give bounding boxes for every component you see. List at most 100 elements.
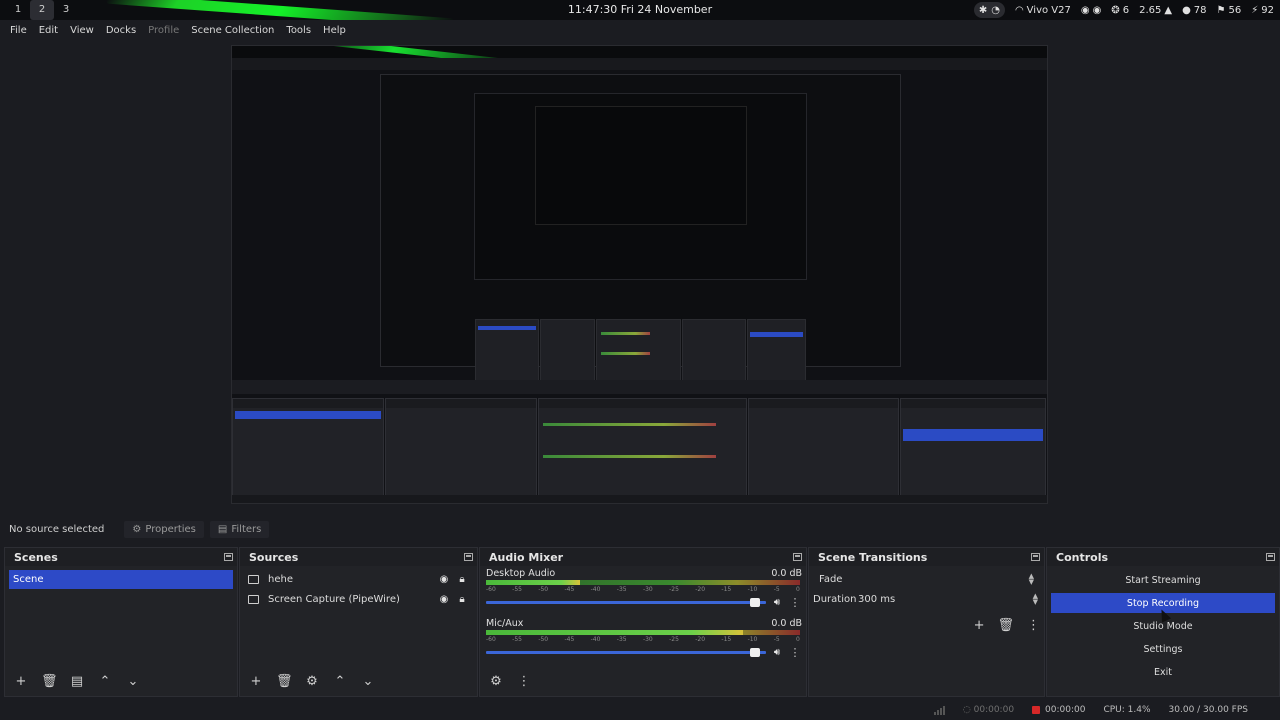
headset-icon: ◔	[991, 4, 1000, 16]
undock-icon-4[interactable]	[1031, 553, 1040, 561]
filters-button[interactable]: ▤ Filters	[209, 520, 270, 538]
menu-help[interactable]: Help	[317, 25, 352, 36]
meter-ticks: -60 -55 -50 -45 -40 -35 -30 -25 -20 -15 -10 -5 0	[486, 636, 802, 644]
move-down-chevron-icon[interactable]: ⌄	[125, 674, 141, 690]
visibility-eye-icon[interactable]: ◉	[437, 594, 451, 605]
bluetooth-group[interactable]: ✱ ◔	[973, 2, 1005, 18]
add-scene-button[interactable]: +	[13, 674, 29, 690]
scenes-toolbar: + 🗑︎ ▤ ⌃ ⌄	[9, 672, 233, 692]
mini-dock-header-4	[749, 399, 898, 408]
eye-icon: ◉	[1080, 4, 1090, 16]
transition-menu-icon[interactable]: ⋮	[1027, 618, 1040, 633]
cpu-count: 6	[1122, 4, 1130, 16]
recursive-capture-level-2	[474, 93, 807, 383]
workspace-3[interactable]: 3	[54, 0, 78, 20]
properties-button[interactable]: ⚙ Properties	[124, 520, 204, 538]
mini2-dock-controls	[747, 319, 806, 383]
battery-bolt-icon: ⚡	[1251, 4, 1259, 16]
mini2-dock-sources	[540, 319, 595, 383]
add-source-button[interactable]: +	[248, 674, 264, 690]
mini-dock-transitions	[748, 398, 899, 498]
workspace-1[interactable]: 1	[6, 0, 30, 20]
volume-slider-handle[interactable]	[750, 648, 760, 657]
meter-tick-label: -35	[616, 586, 627, 593]
speaker-icon[interactable]: 🔊︎	[770, 597, 784, 608]
volume-slider[interactable]	[486, 648, 766, 657]
advanced-audio-gear-icon[interactable]: ⚙	[488, 674, 504, 690]
preview-area	[0, 41, 1280, 515]
privacy-indicators: ◉ ◉	[1081, 5, 1101, 16]
source-settings-gear-icon[interactable]: ⚙	[304, 674, 320, 690]
meter-tick-label: -45	[564, 636, 575, 643]
cpu-icon: ❂	[1111, 4, 1120, 16]
workspace-2[interactable]: 2	[30, 0, 54, 20]
undock-icon-2[interactable]	[464, 553, 473, 561]
channel-name: Mic/Aux	[486, 618, 524, 629]
menu-view[interactable]: View	[64, 25, 100, 36]
scenes-dock: Scenes Scene + 🗑︎ ▤ ⌃ ⌄	[4, 547, 238, 697]
duration-label: Duration	[813, 593, 857, 605]
source-item[interactable]: Screen Capture (PipeWire) ◉ 🔒︎	[240, 589, 477, 609]
channel-level: 0.0 dB	[771, 568, 802, 579]
scene-filters-icon[interactable]: ▤	[69, 674, 85, 690]
lock-icon[interactable]: 🔒︎	[455, 574, 469, 585]
mini-dock-sources	[385, 398, 537, 498]
add-transition-button[interactable]: +	[974, 618, 985, 633]
mixer-channel-desktop: Desktop Audio 0.0 dB -60 -55 -50 -45 -40 -35-…	[480, 566, 806, 616]
exit-button[interactable]: Exit	[1051, 662, 1275, 682]
move-down-chevron-icon[interactable]: ⌄	[360, 674, 376, 690]
menu-scene-collection[interactable]: Scene Collection	[185, 25, 280, 36]
wifi-status[interactable]: ◠ Vivo V27	[1015, 5, 1071, 16]
undock-icon[interactable]	[224, 553, 233, 561]
remove-transition-trash-icon[interactable]: 🗑︎	[997, 618, 1014, 633]
meter-tick-label: -30	[642, 636, 653, 643]
visibility-eye-icon[interactable]: ◉	[437, 574, 451, 585]
menu-tools[interactable]: Tools	[280, 25, 317, 36]
start-streaming-button[interactable]: Start Streaming	[1051, 570, 1275, 590]
meter-tick-label: -40	[590, 636, 601, 643]
source-item[interactable]: hehe ◉ 🔒︎	[240, 569, 477, 589]
more-options-icon[interactable]: ⋮	[788, 596, 802, 609]
mini-dock-header	[233, 399, 383, 408]
meter-tick-label: -50	[538, 586, 549, 593]
meter-tick-label: 0	[796, 636, 800, 643]
scene-list-item[interactable]: Scene	[9, 570, 233, 589]
move-up-chevron-icon[interactable]: ⌃	[332, 674, 348, 690]
remove-scene-trash-icon[interactable]: 🗑︎	[41, 674, 58, 690]
volume-slider-handle[interactable]	[750, 598, 760, 607]
mini-meter-2	[543, 455, 716, 458]
volume-slider[interactable]	[486, 598, 766, 607]
spin-arrows-icon[interactable]: ▲ ▼	[1033, 593, 1038, 606]
transition-select[interactable]: Fade ▲ ▼	[815, 571, 1038, 587]
menu-docks[interactable]: Docks	[100, 25, 142, 36]
monitor-icon	[248, 594, 259, 604]
more-options-icon[interactable]: ⋮	[788, 646, 802, 659]
bluetooth-icon: ✱	[978, 4, 988, 16]
mini2-scene-highlight	[478, 326, 536, 330]
meter-tick-label: -50	[538, 636, 549, 643]
meter-tick-label: -10	[747, 636, 758, 643]
preview-canvas[interactable]	[231, 45, 1048, 504]
meter-tick-label: -5	[773, 636, 780, 643]
lock-icon[interactable]: 🔒︎	[455, 594, 469, 605]
speaker-icon[interactable]: 🔊︎	[770, 647, 784, 658]
mini-meter-1	[543, 423, 716, 426]
meter-tick-label: -55	[512, 586, 522, 593]
menu-edit[interactable]: Edit	[33, 25, 64, 36]
source-toolbar: No source selected ⚙ Properties ▤ Filter…	[0, 515, 1280, 543]
undock-icon-3[interactable]	[793, 553, 802, 561]
scene-transitions-title: Scene Transitions	[818, 550, 928, 564]
mini-dock-mixer	[538, 398, 747, 498]
settings-button[interactable]: Settings	[1051, 639, 1275, 659]
mixer-menu-icon[interactable]: ⋮	[516, 674, 532, 690]
undock-icon-5[interactable]	[1266, 553, 1275, 561]
remove-source-trash-icon[interactable]: 🗑︎	[276, 674, 293, 690]
recursive-capture-level-3	[535, 106, 747, 225]
menu-profile[interactable]: Profile	[142, 25, 185, 36]
menu-file[interactable]: File	[4, 25, 33, 36]
mini-stop-recording-highlight	[903, 429, 1043, 441]
duration-spinbox[interactable]: 300 ms	[858, 594, 1033, 605]
move-up-chevron-icon[interactable]: ⌃	[97, 674, 113, 690]
stat-a-indicator: ● 78	[1182, 5, 1206, 16]
duration-row: Duration 300 ms ▲ ▼	[813, 593, 1038, 606]
